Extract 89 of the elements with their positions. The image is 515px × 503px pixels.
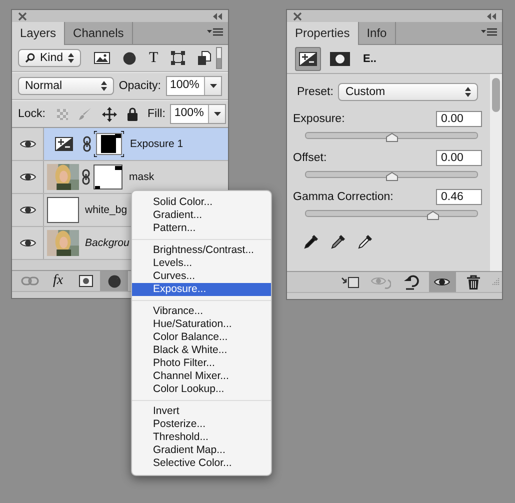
scrollbar[interactable] [490,74,502,271]
resize-grip-icon[interactable] [490,277,500,287]
checkerboard-icon[interactable] [56,108,68,120]
type-filter-icon[interactable]: T [149,51,158,65]
mask-thumbnail[interactable] [93,164,123,190]
slider-label: Exposure: [293,113,345,125]
updown-icon [100,81,107,91]
value-field[interactable]: 0.46 [436,189,482,205]
layer-name: white_bg [85,204,128,216]
eyedropper-icon[interactable] [303,234,319,250]
slider-track[interactable] [305,132,478,139]
menu-item[interactable]: Hue/Saturation... [132,318,271,331]
slider-thumb[interactable] [386,133,398,142]
adjustment-button[interactable] [100,271,128,291]
layer-label: E.. [363,53,376,65]
menu-item[interactable]: Black & White... [132,344,271,357]
layer-name: Exposure 1 [130,138,184,150]
menu-item[interactable]: Exposure... [132,283,271,296]
slider-thumb[interactable] [386,172,398,181]
slider-label: Gamma Correction: [293,191,394,203]
eye-icon[interactable] [20,238,36,248]
eye-icon[interactable] [20,139,36,149]
menu-item[interactable]: Vibrance... [132,305,271,318]
mask-icon [79,275,93,287]
menu-icon[interactable] [207,28,223,37]
value-field[interactable]: 0.00 [436,111,482,127]
eye-icon[interactable] [20,205,36,215]
reset-icon [404,274,420,290]
menu-item[interactable]: Gradient Map... [132,444,271,457]
slider-label: Offset: [293,152,327,164]
menu-item[interactable]: Threshold... [132,431,271,444]
resize-handle[interactable] [287,292,502,299]
exposure-icon [55,137,73,151]
filter-toggle[interactable] [216,47,222,69]
panel-tab[interactable]: Properties [287,22,359,45]
chain-icon[interactable] [83,136,91,152]
menu-item[interactable]: Invert [132,405,271,418]
updown-icon [465,87,471,97]
blend-mode-dropdown[interactable]: Normal [18,77,114,95]
link-icon [21,276,39,286]
search-icon [25,53,35,63]
menu-item[interactable]: Color Balance... [132,331,271,344]
menu-item[interactable]: Posterize... [132,418,271,431]
slider-thumb[interactable] [426,211,439,220]
layer-row[interactable]: mask [12,161,228,194]
fill-label: Fill: [148,108,166,120]
filter-dropdown[interactable]: Kind [18,49,82,67]
mask-thumbnail[interactable] [94,131,124,157]
panel-tab[interactable]: Info [358,22,396,44]
preset-dropdown[interactable]: Custom [338,83,478,101]
menu-item[interactable]: Channel Mixer... [132,370,271,383]
document-icon[interactable] [198,51,212,65]
preset-label: Preset: [297,86,334,98]
slider-track[interactable] [305,210,478,217]
menu-icon[interactable] [481,28,497,37]
adjustment-mode-button[interactable] [295,47,321,71]
image-icon[interactable] [94,52,110,64]
lock-icon[interactable] [126,107,138,121]
collapse-icon[interactable] [212,12,222,20]
layer-name: mask [129,171,154,183]
menu-item[interactable]: Photo Filter... [132,357,271,370]
lock-label: Lock: [18,108,46,120]
move-icon[interactable] [102,106,116,122]
value-field[interactable]: 0.00 [436,150,482,166]
layer-row[interactable]: Exposure 1 [12,128,228,161]
close-icon[interactable] [18,12,27,20]
menu-item[interactable]: Levels... [132,257,271,270]
eye-icon [371,275,392,289]
panel-tab[interactable]: Layers [12,22,66,45]
eyedropper-icon[interactable] [330,234,346,250]
eye-icon[interactable] [20,172,36,182]
clip-icon [341,275,360,289]
transform-icon[interactable] [171,51,186,65]
close-icon[interactable] [293,12,302,20]
menu-item[interactable]: Selective Color... [132,457,271,470]
menu-item[interactable]: Color Lookup... [132,383,271,396]
eye-icon [434,277,450,287]
slider-track[interactable] [305,171,478,178]
layer-thumbnail [47,197,79,223]
chain-icon[interactable] [82,169,90,185]
menu-item[interactable]: Curves... [132,270,271,283]
layer-name: Backgrou [85,237,130,249]
eyedropper-icon[interactable] [357,234,373,250]
updown-icon [68,53,74,63]
fx-button[interactable]: fx [44,271,72,291]
opacity-label: Opacity: [118,80,161,92]
collapse-icon[interactable] [486,12,496,20]
trash-icon [466,274,480,290]
visibility-button[interactable] [429,272,456,292]
